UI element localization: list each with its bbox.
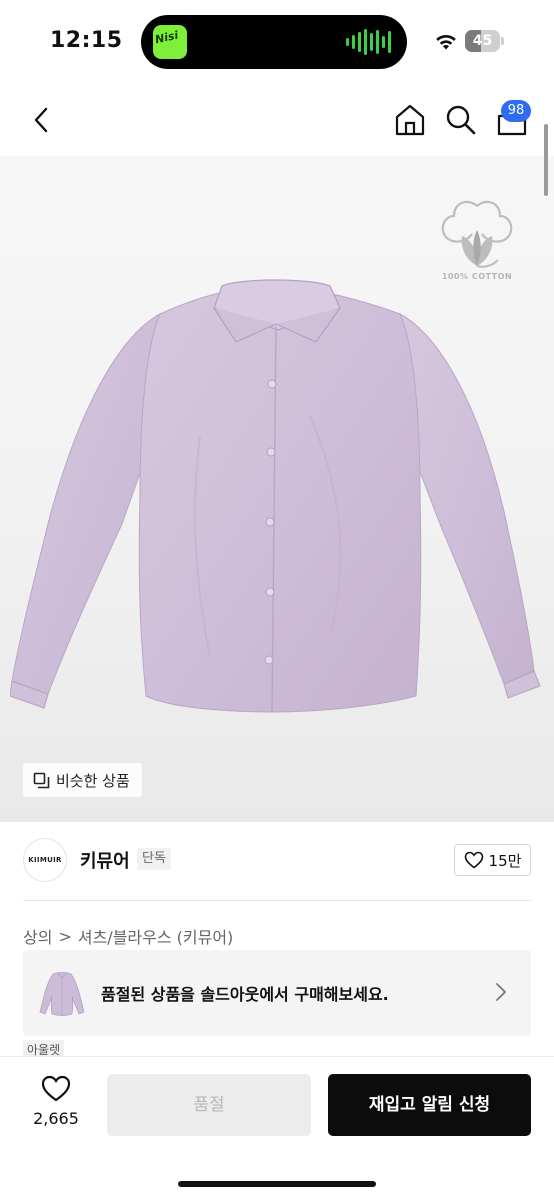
heart-icon <box>41 1075 71 1102</box>
scrollbar[interactable] <box>544 124 548 196</box>
shirt-image <box>10 279 541 713</box>
copy-icon <box>33 772 50 788</box>
wishlist-count: 2,665 <box>33 1109 79 1128</box>
chevron-left-icon <box>34 107 48 133</box>
top-nav <box>0 84 554 156</box>
heart-icon <box>464 851 483 869</box>
home-icon[interactable] <box>393 102 427 138</box>
wifi-icon <box>436 34 456 50</box>
similar-products-label: 비슷한 상품 <box>56 771 130 790</box>
breadcrumb: 상의 > 셔츠/블라우스 (키뮤어) <box>23 924 233 948</box>
battery-level: 45 <box>472 33 493 49</box>
product-image[interactable]: 100% COTTON 비슷한 상품 <box>0 156 554 822</box>
status-time: 12:15 <box>50 28 123 53</box>
status-bar: 12:15 Nisi 45 <box>0 0 554 84</box>
brand-logo[interactable]: KIIMUIR <box>23 838 67 882</box>
cart-count-badge: 98 <box>501 100 531 122</box>
similar-products-button[interactable]: 비슷한 상품 <box>23 763 142 797</box>
dynamic-island[interactable]: Nisi <box>141 15 407 69</box>
now-playing-artwork: Nisi <box>153 25 187 59</box>
battery-icon: 45 <box>465 30 505 52</box>
brand-name[interactable]: 키뮤어 <box>80 847 130 873</box>
soldout-thumbnail <box>39 972 85 1016</box>
wishlist-button[interactable]: 2,665 <box>24 1075 88 1139</box>
soldout-message: 품절된 상품을 솔드아웃에서 구매해보세요. <box>101 985 389 1004</box>
restock-alert-button[interactable]: 재입고 알림 신청 <box>328 1074 531 1136</box>
search-icon[interactable] <box>444 102 478 138</box>
exclusive-tag: 단독 <box>137 848 171 870</box>
brand-row: KIIMUIR 키뮤어 단독 15만 <box>0 832 554 894</box>
soldout-button: 품절 <box>107 1074 311 1136</box>
chevron-right-icon <box>496 983 506 1001</box>
soldout-banner[interactable]: 품절된 상품을 솔드아웃에서 구매해보세요. <box>23 950 531 1036</box>
breadcrumb-separator: > <box>58 926 72 946</box>
divider <box>23 900 531 901</box>
brand-like-count: 15만 <box>488 851 522 870</box>
back-button[interactable] <box>24 102 58 138</box>
breadcrumb-category[interactable]: 상의 <box>23 924 52 948</box>
home-indicator[interactable] <box>178 1181 376 1187</box>
brand-like-button[interactable]: 15만 <box>454 844 531 876</box>
audio-waveform-icon <box>346 29 391 55</box>
breadcrumb-subcategory[interactable]: 셔츠/블라우스 (키뮤어) <box>78 924 233 948</box>
bottom-action-bar: 2,665 품절 재입고 알림 신청 <box>0 1056 554 1200</box>
